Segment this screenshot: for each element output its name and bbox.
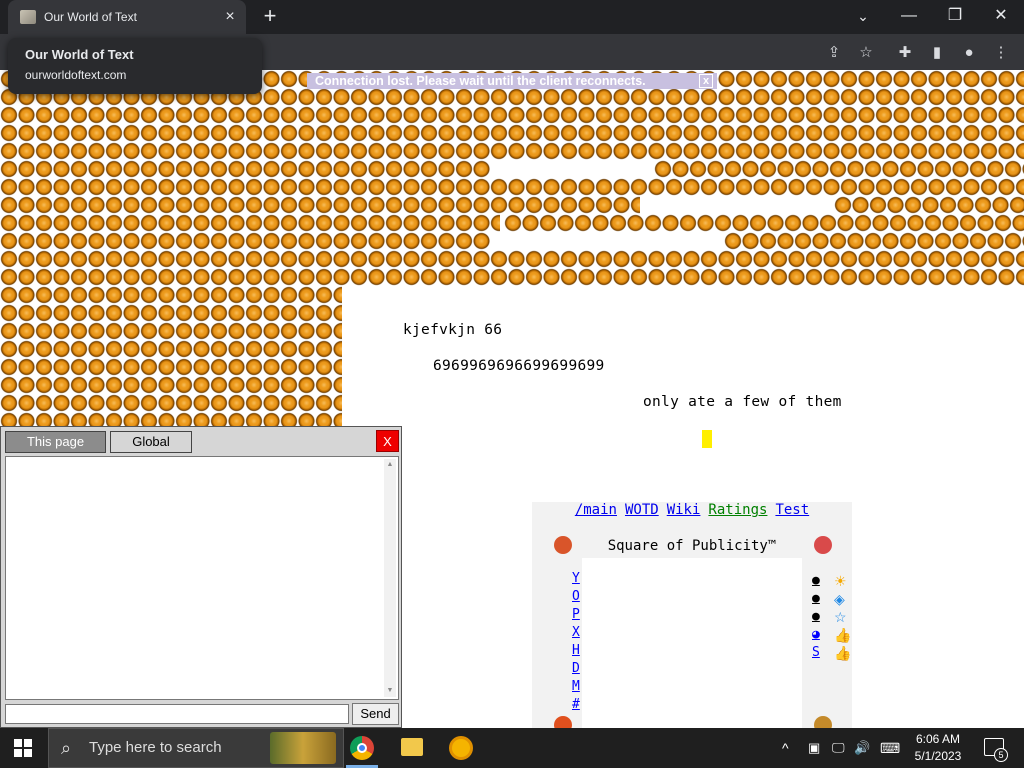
coin-tiles	[0, 250, 1024, 286]
hover-card-url: ourworldoftext.com	[25, 68, 127, 82]
share-icon[interactable]: ⇪	[823, 42, 845, 64]
chat-input[interactable]	[5, 704, 349, 724]
publicity-title: Square of Publicity™	[607, 538, 777, 554]
star-outline-icon[interactable]: ☆	[834, 608, 847, 626]
show-hidden-icons[interactable]: ^	[782, 728, 789, 768]
browser-titlebar: Our World of Text × + ⌄ — ❐ ✕	[0, 0, 1024, 34]
clock[interactable]: 6:06 AM 5/1/2023	[906, 731, 970, 765]
network-icon[interactable]: 🖵	[832, 728, 845, 768]
side-panel-icon[interactable]: ▮	[926, 42, 948, 64]
publicity-side-link[interactable]: ●	[812, 590, 820, 608]
publicity-side-link[interactable]: D	[572, 660, 580, 678]
publicity-side-link[interactable]: S	[812, 644, 820, 662]
nav-links: /main WOTD Wiki Ratings Test	[532, 502, 852, 522]
publicity-side-link[interactable]: H	[572, 642, 580, 660]
start-button[interactable]	[14, 739, 32, 757]
publicity-side-link[interactable]: P	[572, 606, 580, 624]
windows-taskbar: ⌕ Type here to search ^ ▣ 🖵 🔊 ⌨ 6:06 AM …	[0, 728, 1024, 768]
site-favicon-icon	[20, 10, 36, 24]
date: 5/1/2023	[914, 749, 962, 763]
publicity-side-link[interactable]: #	[572, 696, 580, 714]
keyboard-icon[interactable]: ⌨	[880, 728, 900, 768]
minimize-button[interactable]: —	[886, 0, 932, 34]
browser-tab[interactable]: Our World of Text ×	[8, 0, 246, 34]
tab-title: Our World of Text	[44, 10, 137, 24]
square-of-publicity: /main WOTD Wiki Ratings Test Square of Publi…	[532, 502, 852, 728]
nav-link[interactable]: Wiki	[667, 502, 701, 518]
coin-tiles	[0, 178, 1024, 196]
text-cursor	[702, 430, 712, 448]
time: 6:06 AM	[915, 732, 961, 746]
publicity-board[interactable]	[582, 558, 802, 728]
coin-tiles	[724, 232, 1024, 250]
tab-close-icon[interactable]: ×	[220, 8, 240, 26]
nav-link[interactable]: /main	[575, 502, 617, 518]
app-icon[interactable]	[449, 736, 473, 760]
volume-icon[interactable]: 🔊	[854, 728, 870, 768]
chat-close-button[interactable]: X	[376, 430, 399, 452]
chat-send-button[interactable]: Send	[352, 703, 399, 725]
nav-link[interactable]: WOTD	[625, 502, 659, 518]
close-window-button[interactable]: ✕	[978, 0, 1024, 34]
thumb-icon[interactable]: 👍	[834, 626, 851, 644]
connection-lost-banner: Connection lost. Please wait until the c…	[307, 73, 717, 89]
coin-tiles	[0, 214, 500, 232]
thumbs-up-icon[interactable]: 👍	[834, 644, 851, 662]
restore-button[interactable]: ❐	[932, 0, 978, 34]
file-explorer-icon[interactable]	[401, 738, 423, 756]
publicity-side-link[interactable]: ◕	[812, 626, 820, 644]
banner-close-button[interactable]: x	[699, 74, 713, 88]
page-canvas[interactable]: Connection lost. Please wait until the c…	[0, 70, 1024, 728]
banner-text: Connection lost. Please wait until the c…	[315, 74, 646, 88]
tab-search-icon[interactable]: ⌄	[840, 0, 886, 34]
search-placeholder: Type here to search	[89, 739, 222, 756]
search-icon: ⌕	[61, 738, 72, 758]
chat-window: This page Global X ▲ ▼ Send	[0, 426, 402, 728]
sun-icon[interactable]: ☀	[834, 572, 847, 590]
diamond-icon[interactable]: ◈	[834, 590, 845, 608]
chat-log[interactable]: ▲ ▼	[5, 456, 399, 700]
profile-icon[interactable]: ●	[958, 42, 980, 64]
coin-tiles	[0, 196, 640, 214]
decoration-icon	[814, 716, 832, 728]
coin-tiles	[0, 160, 490, 178]
coin-tiles	[654, 160, 1024, 178]
publicity-side-link[interactable]: O	[572, 588, 580, 606]
publicity-side-link[interactable]: ●	[812, 572, 820, 590]
bookmark-star-icon[interactable]: ☆	[855, 42, 877, 64]
decoration-icon	[554, 716, 572, 728]
search-highlight-image	[270, 732, 336, 764]
publicity-side-link[interactable]: ●	[812, 608, 820, 626]
notification-count: 5	[994, 748, 1008, 762]
chat-scrollbar[interactable]: ▲ ▼	[384, 459, 396, 697]
tray-app-icon[interactable]: ▣	[808, 728, 820, 768]
new-tab-button[interactable]: +	[258, 5, 282, 29]
nav-link[interactable]: Test	[775, 502, 809, 518]
coin-tiles	[0, 286, 342, 430]
coin-tiles	[504, 214, 1024, 232]
publicity-side-link[interactable]: M	[572, 678, 580, 696]
chat-tab-global[interactable]: Global	[110, 431, 192, 453]
chrome-icon[interactable]	[350, 736, 374, 760]
world-text: kjefvkjn 66	[403, 322, 503, 338]
menu-icon[interactable]: ⋮	[990, 42, 1012, 64]
coin-tiles	[0, 232, 490, 250]
scroll-down-icon[interactable]: ▼	[384, 685, 396, 697]
hover-card-title: Our World of Text	[25, 47, 134, 62]
world-text: only ate a few of them	[643, 394, 842, 410]
publicity-side-link[interactable]: Y	[572, 570, 580, 588]
publicity-side-link[interactable]: X	[572, 624, 580, 642]
world-text: 6969969696699699699	[433, 358, 605, 374]
decoration-icon	[814, 536, 832, 554]
coin-tiles	[834, 196, 1024, 214]
tab-hover-card: Our World of Text ourworldoftext.com	[8, 38, 262, 94]
extensions-icon[interactable]: ✚	[894, 42, 916, 64]
chat-tab-this-page[interactable]: This page	[5, 431, 106, 453]
scroll-up-icon[interactable]: ▲	[384, 459, 396, 471]
nav-link[interactable]: Ratings	[708, 502, 767, 518]
